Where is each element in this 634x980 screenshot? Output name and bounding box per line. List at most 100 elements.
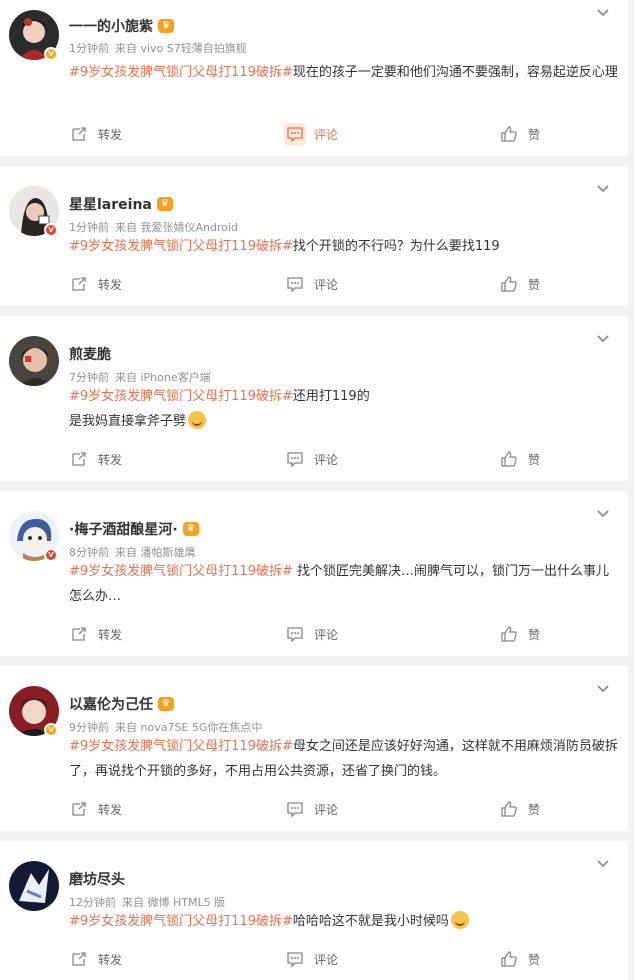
comment-label: 评论 <box>314 802 339 817</box>
post-meta: 1分钟前 来自 vivo S7轻薄自拍旗舰 <box>69 40 247 56</box>
post-source[interactable]: 来自 nova7SE 5G你在焦点中 <box>115 721 262 734</box>
comment-icon <box>287 277 303 293</box>
user-name[interactable]: 星星lareina <box>69 194 152 214</box>
comment-card: V 一一的小旎紫 ♛ 1分钟前 来自 vivo S7轻薄自拍旗舰 #9岁女孩发脾气… <box>0 0 628 156</box>
topic-link[interactable]: #9岁女孩发脾气锁门父母打119破拆# <box>69 564 293 579</box>
post-time[interactable]: 12分钟前 <box>69 896 116 909</box>
post-time[interactable]: 9分钟前 <box>69 721 109 734</box>
user-name[interactable]: ·梅子酒甜酿星河· <box>69 519 178 539</box>
comment-feed: V 一一的小旎紫 ♛ 1分钟前 来自 vivo S7轻薄自拍旗舰 #9岁女孩发脾气… <box>0 0 634 980</box>
comment-text: #9岁女孩发脾气锁门父母打119破拆#母女之间还是应该好好沟通，这样就不用麻烦消… <box>69 734 619 784</box>
comment-label: 评论 <box>314 277 339 292</box>
repost-label: 转发 <box>98 627 123 642</box>
crown-icon: ♛ <box>156 197 173 211</box>
topic-link[interactable]: #9岁女孩发脾气锁门父母打119破拆# <box>69 739 293 754</box>
chevron-down-icon[interactable] <box>596 857 610 871</box>
topic-link[interactable]: #9岁女孩发脾气锁门父母打119破拆# <box>69 65 293 80</box>
verified-badge-icon: V <box>44 47 58 61</box>
repost-button[interactable]: 转发 <box>70 122 122 146</box>
user-name[interactable]: 煎麦脆 <box>69 344 111 364</box>
comment-label: 评论 <box>314 127 339 142</box>
chevron-down-icon[interactable] <box>596 682 610 696</box>
comment-button[interactable]: 评论 <box>284 797 338 821</box>
repost-button[interactable]: 转发 <box>70 797 122 821</box>
repost-icon <box>72 277 86 291</box>
post-time[interactable]: 1分钟前 <box>69 42 109 55</box>
repost-button[interactable]: 转发 <box>70 947 122 971</box>
comment-label: 评论 <box>314 452 339 467</box>
laughing-emoji-icon <box>450 911 469 929</box>
repost-label: 转发 <box>98 952 123 967</box>
thumbs-up-icon <box>501 951 517 967</box>
comment-card: 磨坊尽头 12分钟前 来自 微博 HTML5 版 #9岁女孩发脾气锁门父母打119… <box>0 841 628 980</box>
like-label: 赞 <box>528 802 541 817</box>
thumbs-up-icon <box>501 451 517 467</box>
comment-body: 现在的孩子一定要和他们沟通不要强制，容易起逆反心理 <box>292 65 618 80</box>
topic-link[interactable]: #9岁女孩发脾气锁门父母打119破拆# <box>69 914 293 929</box>
comment-text: #9岁女孩发脾气锁门父母打119破拆#找个开锁的不行吗？为什么要找119 <box>69 234 619 259</box>
comment-button[interactable]: 评论 <box>284 122 338 146</box>
post-meta: 12分钟前 来自 微博 HTML5 版 <box>69 894 225 910</box>
post-meta: 8分钟前 来自 潘帕斯雄鹰 <box>69 544 196 560</box>
avatar[interactable] <box>9 336 59 386</box>
like-label: 赞 <box>528 627 541 642</box>
post-source[interactable]: 来自 潘帕斯雄鹰 <box>115 546 196 559</box>
comment-card: 煎麦脆 7分钟前 来自 iPhone客户端 #9岁女孩发脾气锁门父母打119破拆#… <box>0 316 628 481</box>
user-name[interactable]: 以嘉伦为己任 <box>69 694 153 714</box>
chevron-down-icon[interactable] <box>596 332 610 346</box>
like-button[interactable]: 赞 <box>500 122 540 146</box>
comment-card: V 星星lareina ♛ 1分钟前 来自 我爱张婧仪Android #9岁女孩发… <box>0 166 628 306</box>
repost-label: 转发 <box>98 277 123 292</box>
comment-label: 评论 <box>314 627 339 642</box>
post-source[interactable]: 来自 微博 HTML5 版 <box>122 896 225 909</box>
post-time[interactable]: 8分钟前 <box>69 546 109 559</box>
comment-button[interactable]: 评论 <box>284 272 338 296</box>
comment-body: 哈哈哈这不就是我小时候吗 <box>292 914 449 929</box>
post-time[interactable]: 7分钟前 <box>69 371 109 384</box>
verified-badge-icon: V <box>44 223 58 237</box>
comment-text: #9岁女孩发脾气锁门父母打119破拆#哈哈哈这不就是我小时候吗 <box>69 909 619 934</box>
comment-button[interactable]: 评论 <box>284 622 338 646</box>
repost-label: 转发 <box>98 452 123 467</box>
thumbs-up-icon <box>501 801 517 817</box>
like-button[interactable]: 赞 <box>500 272 540 296</box>
repost-button[interactable]: 转发 <box>70 447 122 471</box>
comment-icon <box>287 452 303 468</box>
repost-button[interactable]: 转发 <box>70 272 122 296</box>
avatar[interactable] <box>9 861 59 911</box>
repost-icon <box>72 802 86 816</box>
repost-icon <box>72 627 86 641</box>
repost-icon <box>72 952 86 966</box>
post-source[interactable]: 来自 vivo S7轻薄自拍旗舰 <box>115 42 247 55</box>
comment-button[interactable]: 评论 <box>284 947 338 971</box>
comment-body: 还用打119的 <box>292 389 370 404</box>
post-time[interactable]: 1分钟前 <box>69 221 109 234</box>
comment-card: V 以嘉伦为己任 ♛ 9分钟前 来自 nova7SE 5G你在焦点中 #9岁女孩发… <box>0 666 628 831</box>
comment-label: 评论 <box>314 952 339 967</box>
user-name[interactable]: 磨坊尽头 <box>69 869 125 889</box>
verified-badge-icon: V <box>44 548 58 562</box>
thumbs-up-icon <box>501 126 517 142</box>
like-button[interactable]: 赞 <box>500 447 540 471</box>
user-name[interactable]: 一一的小旎紫 <box>69 16 153 36</box>
like-button[interactable]: 赞 <box>500 622 540 646</box>
chevron-down-icon[interactable] <box>596 507 610 521</box>
like-button[interactable]: 赞 <box>500 947 540 971</box>
comment-text: #9岁女孩发脾气锁门父母打119破拆#还用打119的 是我妈直接拿斧子劈 <box>69 384 619 434</box>
thumbs-up-icon <box>501 626 517 642</box>
post-source[interactable]: 来自 我爱张婧仪Android <box>115 221 238 234</box>
post-source[interactable]: 来自 iPhone客户端 <box>115 371 211 384</box>
chevron-down-icon[interactable] <box>596 182 610 196</box>
comment-button[interactable]: 评论 <box>284 447 338 471</box>
topic-link[interactable]: #9岁女孩发脾气锁门父母打119破拆# <box>69 389 293 404</box>
crown-icon: ♛ <box>158 697 174 711</box>
repost-icon <box>72 452 86 466</box>
post-meta: 7分钟前 来自 iPhone客户端 <box>69 369 211 385</box>
like-button[interactable]: 赞 <box>500 797 540 821</box>
sly-face-emoji-icon <box>188 411 207 429</box>
comment-body: 找个开锁的不行吗？为什么要找119 <box>292 239 500 254</box>
chevron-down-icon[interactable] <box>596 6 610 20</box>
topic-link[interactable]: #9岁女孩发脾气锁门父母打119破拆# <box>69 239 293 254</box>
repost-button[interactable]: 转发 <box>70 622 122 646</box>
like-label: 赞 <box>528 952 541 967</box>
